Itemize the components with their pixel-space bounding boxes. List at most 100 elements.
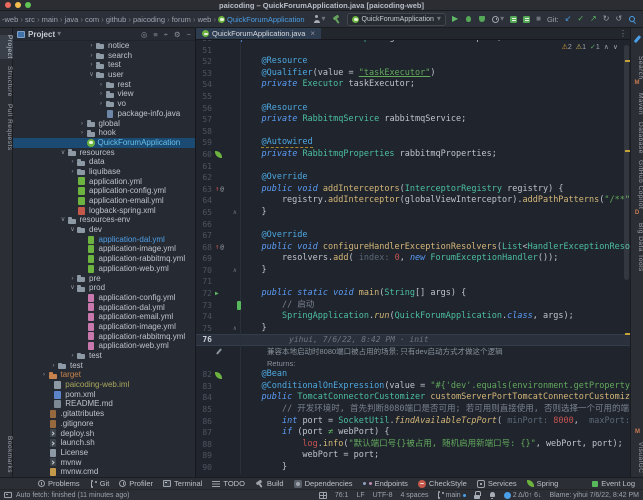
breadcrumb-item[interactable]: web — [198, 15, 212, 24]
code-line[interactable]: 兼容本地启动时8080端口被占用的场景; 只有dev启动方式才做这个逻辑 — [196, 346, 630, 358]
run-with-coverage-button[interactable] — [478, 15, 486, 23]
tree-item[interactable]: launch.sh — [13, 438, 195, 448]
toolwindow-button-endpoints[interactable]: Endpoints — [363, 479, 408, 488]
status-item-4[interactable]: 4 spaces — [400, 492, 428, 499]
line-number[interactable]: 87 — [196, 427, 212, 439]
line-number[interactable]: 67 — [196, 230, 212, 242]
line-number[interactable]: 68 — [196, 242, 212, 254]
tree-toggle-icon[interactable]: › — [78, 128, 87, 138]
chevron-down-icon[interactable]: ▾ — [57, 30, 61, 38]
code-editor[interactable]: 50public GlobalViewInterceptor globalVie… — [196, 33, 630, 477]
line-number[interactable]: 71 — [196, 276, 212, 288]
tree-toggle-icon[interactable]: › — [49, 361, 58, 371]
override-icon[interactable]: ↑ — [215, 242, 219, 254]
line-number[interactable]: 63 — [196, 184, 212, 196]
status-item-761[interactable]: 76:1 — [335, 492, 349, 499]
line-number[interactable]: 85 — [196, 404, 212, 416]
tree-item[interactable]: ›notice — [13, 41, 195, 51]
inspection-w2[interactable]: ⚠1 — [576, 43, 586, 51]
tree-item[interactable]: ∨dev — [13, 225, 195, 235]
rollback-button[interactable]: ↺ — [615, 15, 622, 23]
code-line[interactable]: 54 private Executor taskExecutor; — [196, 79, 630, 91]
code-line[interactable]: 86 int port = SocketUtil.findAvailableTc… — [196, 416, 630, 428]
tree-toggle-icon[interactable]: ∨ — [59, 148, 68, 158]
memory-dump-button[interactable] — [523, 16, 530, 23]
find-usages-icon[interactable] — [628, 15, 636, 23]
tree-item[interactable]: application-email.yml — [13, 196, 195, 206]
line-number[interactable]: 64 — [196, 195, 212, 207]
tree-item[interactable]: QuickForumApplication — [13, 138, 195, 148]
code-line[interactable]: 88 log.info("默认端口号{}被占用, 随机启用新端口号: {}", … — [196, 439, 630, 451]
line-number[interactable]: 54 — [196, 79, 212, 91]
code-line[interactable]: 85 // 开发环境时, 首先判断8080端口是否可用; 若可用则直接使用, 否… — [196, 404, 630, 416]
code-line[interactable]: 76yihui, 7/6/22, 8:42 PM · init — [196, 334, 630, 346]
inspection-w1[interactable]: ⚠2 — [562, 43, 572, 51]
status-item-utf8[interactable]: UTF-8 — [373, 492, 393, 499]
tree-item[interactable]: ›view — [13, 89, 195, 99]
tree-toggle-icon[interactable]: › — [87, 51, 96, 61]
tree-item[interactable]: ∨user — [13, 70, 195, 80]
line-number[interactable]: 86 — [196, 416, 212, 428]
tool-stripe-project[interactable]: Project — [0, 35, 13, 59]
prev-problem-button[interactable]: ∧ — [604, 43, 609, 51]
warning-stripe-mark[interactable] — [625, 150, 630, 152]
run-configuration-select[interactable]: QuickForumApplication ▾ — [347, 13, 446, 26]
tree-item[interactable]: ›test — [13, 351, 195, 361]
panel-header-icon[interactable]: ÷ — [164, 30, 168, 39]
line-number[interactable]: 73 — [196, 300, 212, 312]
toolwindow-button-dependencies[interactable]: Dependencies — [294, 479, 353, 488]
toolwindow-button-terminal[interactable]: Terminal — [163, 479, 202, 488]
code-line[interactable]: 60 private RabbitmqProperties rabbitmqPr… — [196, 149, 630, 161]
tree-item[interactable]: pom.xml — [13, 390, 195, 400]
toolwindow-button-build[interactable]: Build — [255, 479, 284, 488]
debug-button[interactable] — [464, 15, 472, 23]
status-item-main[interactable]: main — [437, 491, 466, 499]
status-item[interactable] — [319, 492, 327, 499]
warning-stripe-mark[interactable] — [625, 60, 630, 62]
line-number[interactable]: 74 — [196, 311, 212, 323]
tree-toggle-icon[interactable]: ∨ — [68, 225, 77, 235]
toolwindow-button-todo[interactable]: TODO — [212, 479, 245, 488]
code-line[interactable]: 72▶ public static void main(String[] arg… — [196, 288, 630, 300]
tree-item[interactable]: mvnw.cmd — [13, 467, 195, 477]
code-line[interactable]: 56 @Resource — [196, 103, 630, 115]
code-line[interactable]: 67 @Override — [196, 230, 630, 242]
inspections-widget[interactable]: ⚠2⚠1✓1∧∨ — [562, 43, 618, 51]
tree-item[interactable]: ›test — [13, 361, 195, 371]
line-number[interactable]: 58 — [196, 126, 212, 138]
toolwindow-button-spring[interactable]: Spring — [527, 479, 559, 488]
tree-item[interactable]: paicoding-web.iml — [13, 380, 195, 390]
breadcrumb-item[interactable]: github — [106, 15, 126, 24]
tree-item[interactable]: ›data — [13, 157, 195, 167]
code-line[interactable]: 55 — [196, 91, 630, 103]
history-button[interactable]: ↻ — [603, 15, 610, 23]
tab-quickforumapplication[interactable]: QuickForumApplication.java × — [196, 28, 321, 39]
line-number[interactable]: 51 — [196, 45, 212, 57]
code-line[interactable]: 84 public TomcatConnectorCustomizer cust… — [196, 392, 630, 404]
code-line[interactable]: Returns: — [196, 358, 630, 370]
tree-toggle-icon[interactable]: › — [87, 41, 96, 51]
build-project-button[interactable] — [332, 15, 341, 24]
status-item[interactable] — [489, 491, 496, 499]
toolwindow-button-problems[interactable]: Problems — [38, 479, 80, 488]
code-line[interactable]: 59 @Autowired — [196, 137, 630, 149]
tree-item[interactable]: ›global — [13, 119, 195, 129]
tree-toggle-icon[interactable]: ∨ — [87, 70, 96, 80]
code-line[interactable]: 74 SpringApplication.run(QuickForumAppli… — [196, 311, 630, 323]
override-icon[interactable]: ↑ — [215, 184, 219, 196]
tree-toggle-icon[interactable]: › — [68, 167, 77, 177]
line-number[interactable]: 65 — [196, 207, 212, 219]
code-line[interactable]: 83 @ConditionalOnExpression(value = "#{'… — [196, 381, 630, 393]
edit-doc-icon[interactable] — [215, 348, 223, 356]
tree-toggle-icon[interactable]: ∨ — [59, 215, 68, 225]
tree-item[interactable]: ∨resources — [13, 148, 195, 158]
line-number[interactable]: 88 — [196, 439, 212, 451]
warning-stripe-mark[interactable] — [625, 333, 630, 335]
editor-scrollbar[interactable] — [624, 45, 629, 280]
tree-item[interactable]: ›target — [13, 370, 195, 380]
code-line[interactable]: 65∧ } — [196, 207, 630, 219]
tree-item[interactable]: application-rabbitmq.yml — [13, 254, 195, 264]
tree-item[interactable]: ›liquibase — [13, 167, 195, 177]
code-line[interactable]: 69 resolvers.add( index: 0, new ForumExc… — [196, 253, 630, 265]
tool-stripe-visualgc[interactable]: VisualGC — [631, 442, 643, 473]
